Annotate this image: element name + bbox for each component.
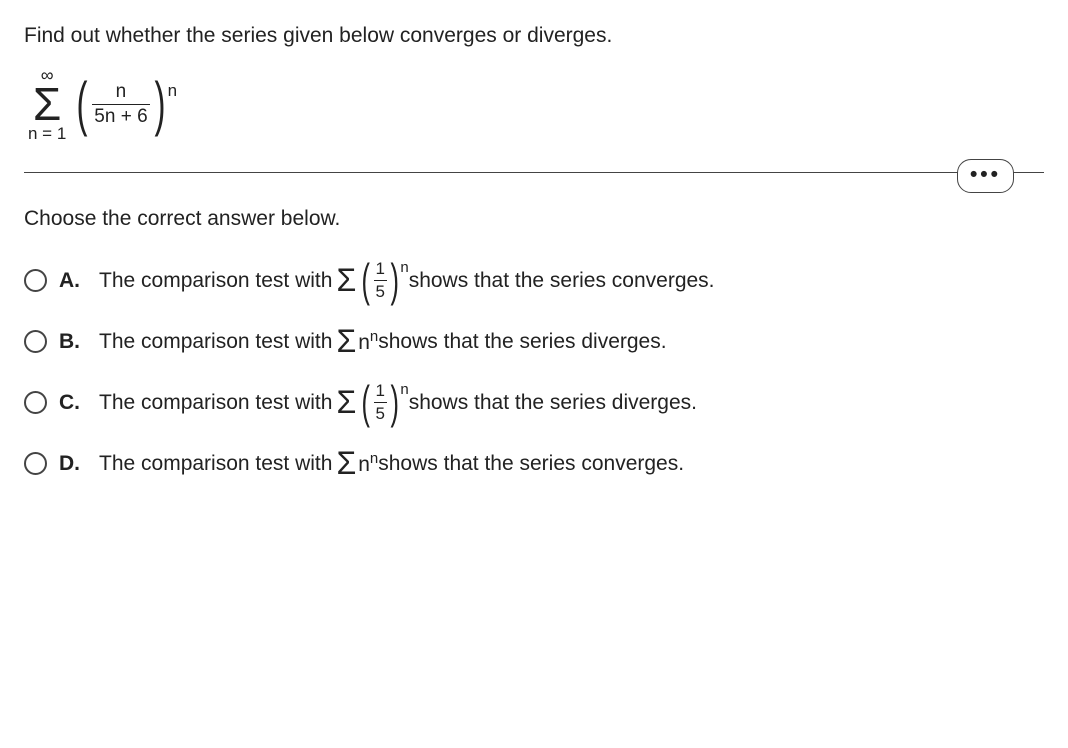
option-b-pre: The comparison test with	[99, 330, 332, 354]
option-d-letter: D.	[59, 452, 81, 476]
option-a-post: shows that the series converges.	[409, 269, 715, 293]
series-formula: ∞ Σ n = 1 ( n 5n + 6 ) n	[28, 66, 1044, 142]
fraction: n 5n + 6	[92, 81, 149, 128]
sigma-icon: Σ	[336, 390, 356, 416]
option-b-nn: nn	[358, 328, 378, 355]
option-b-body: The comparison test with Σ nn shows that…	[99, 328, 667, 355]
question-text: Find out whether the series given below …	[24, 24, 1044, 48]
radio-d[interactable]	[24, 452, 47, 475]
left-paren-icon: (	[362, 389, 370, 417]
nn-base: n	[358, 331, 370, 354]
divider-row: •••	[24, 172, 1044, 173]
exponent: n	[168, 81, 177, 101]
numerator: n	[114, 81, 129, 104]
exponent: n	[400, 259, 408, 276]
option-c-letter: C.	[59, 391, 81, 415]
left-paren-icon: (	[362, 267, 370, 295]
exponent: n	[400, 381, 408, 398]
option-b[interactable]: B. The comparison test with Σ nn shows t…	[24, 328, 1044, 355]
more-options-button[interactable]: •••	[957, 159, 1014, 193]
sigma-symbol: Σ	[33, 84, 61, 125]
sigma-icon: Σ	[336, 268, 356, 294]
option-d-post: shows that the series converges.	[378, 452, 684, 476]
option-c[interactable]: C. The comparison test with Σ ( 1 5 ) n …	[24, 381, 1044, 424]
option-b-post: shows that the series diverges.	[378, 330, 666, 354]
divider-line	[24, 172, 1044, 173]
radio-a[interactable]	[24, 269, 47, 292]
right-paren-icon: )	[390, 389, 398, 417]
sigma-icon: Σ	[336, 451, 356, 477]
sigma-lower-bound: n = 1	[28, 125, 66, 142]
fraction: 1 5	[374, 259, 387, 302]
denominator: 5n + 6	[92, 104, 149, 128]
radio-b[interactable]	[24, 330, 47, 353]
option-c-body: The comparison test with Σ ( 1 5 ) n sho…	[99, 381, 697, 424]
option-a[interactable]: A. The comparison test with Σ ( 1 5 ) n …	[24, 259, 1044, 302]
option-d-body: The comparison test with Σ nn shows that…	[99, 450, 684, 477]
right-paren: )	[154, 83, 165, 125]
option-c-post: shows that the series diverges.	[409, 391, 697, 415]
numerator: 1	[374, 259, 387, 280]
denominator: 5	[374, 402, 387, 424]
option-c-pre: The comparison test with	[99, 391, 332, 415]
choose-prompt: Choose the correct answer below.	[24, 207, 1044, 231]
numerator: 1	[374, 381, 387, 402]
fraction: 1 5	[374, 381, 387, 424]
denominator: 5	[374, 280, 387, 302]
option-a-letter: A.	[59, 269, 81, 293]
options-group: A. The comparison test with Σ ( 1 5 ) n …	[24, 259, 1044, 477]
option-a-body: The comparison test with Σ ( 1 5 ) n sho…	[99, 259, 715, 302]
nn-base: n	[358, 453, 370, 476]
nn-exp: n	[370, 328, 378, 345]
right-paren-icon: )	[390, 267, 398, 295]
left-paren: (	[77, 83, 88, 125]
sigma-icon: Σ	[336, 329, 356, 355]
nn-exp: n	[370, 450, 378, 467]
sigma-block: ∞ Σ n = 1	[28, 66, 66, 142]
option-a-pre: The comparison test with	[99, 269, 332, 293]
option-d[interactable]: D. The comparison test with Σ nn shows t…	[24, 450, 1044, 477]
option-c-expr: ( 1 5 ) n	[358, 381, 408, 424]
radio-c[interactable]	[24, 391, 47, 414]
option-a-expr: ( 1 5 ) n	[358, 259, 408, 302]
paren-group: ( n 5n + 6 ) n	[72, 81, 177, 128]
option-d-nn: nn	[358, 450, 378, 477]
option-d-pre: The comparison test with	[99, 452, 332, 476]
option-b-letter: B.	[59, 330, 81, 354]
